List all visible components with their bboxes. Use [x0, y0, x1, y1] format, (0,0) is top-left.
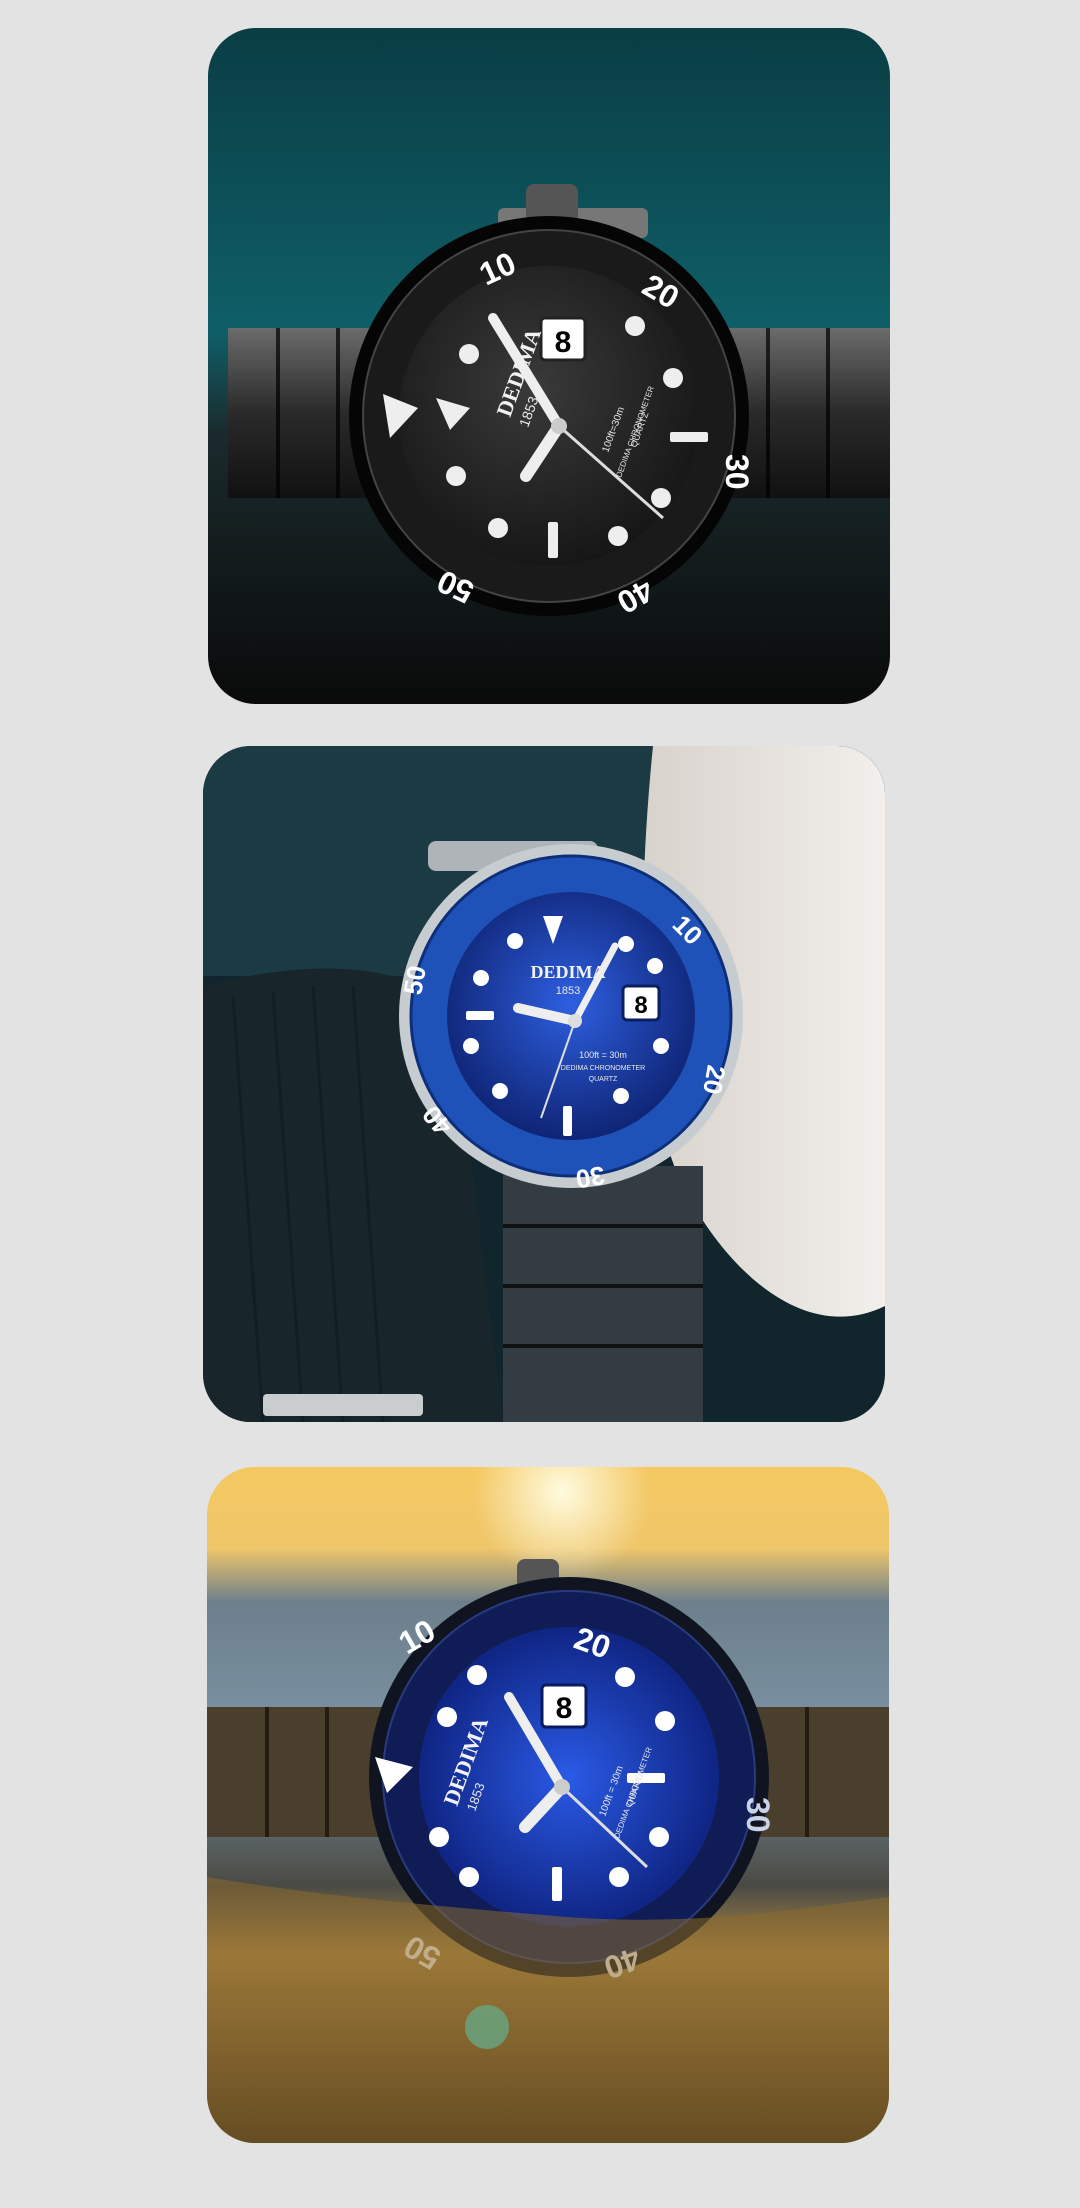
chronometer-label: DEDIMA CHRONOMETER [561, 1065, 645, 1072]
product-image-black-watch[interactable]: 8 DEDIMA 1853 100ft=30m DEDIMA CHRONOMET… [208, 28, 890, 704]
bezel-30: 30 [719, 454, 755, 490]
blue-watch-sunset-illustration: 8 DEDIMA 1853 100ft = 30m DEDIMA CHRONOM… [207, 1467, 889, 2143]
quartz-label: QUARTZ [589, 1076, 618, 1083]
date-window: 8 [555, 326, 572, 359]
blue-watch-wrist-illustration: 8 DEDIMA 1853 100ft = 30m DEDIMA CHRONOM… [203, 746, 885, 1422]
depth-rating: 100ft = 30m [579, 1050, 627, 1060]
date-window: 8 [634, 992, 647, 1019]
bezel-20: 20 [697, 1063, 732, 1097]
brand-year: 1853 [556, 985, 580, 997]
bezel-30: 30 [573, 1160, 607, 1195]
black-watch-illustration: 8 DEDIMA 1853 100ft=30m DEDIMA CHRONOMET… [208, 28, 890, 704]
product-image-blue-watch-wrist[interactable]: 8 DEDIMA 1853 100ft = 30m DEDIMA CHRONOM… [203, 746, 885, 1422]
bezel-30: 30 [740, 1797, 776, 1833]
date-window: 8 [556, 1692, 573, 1725]
product-image-blue-watch-sunset[interactable]: 8 DEDIMA 1853 100ft = 30m DEDIMA CHRONOM… [207, 1467, 889, 2143]
bezel-50: 50 [397, 963, 432, 997]
